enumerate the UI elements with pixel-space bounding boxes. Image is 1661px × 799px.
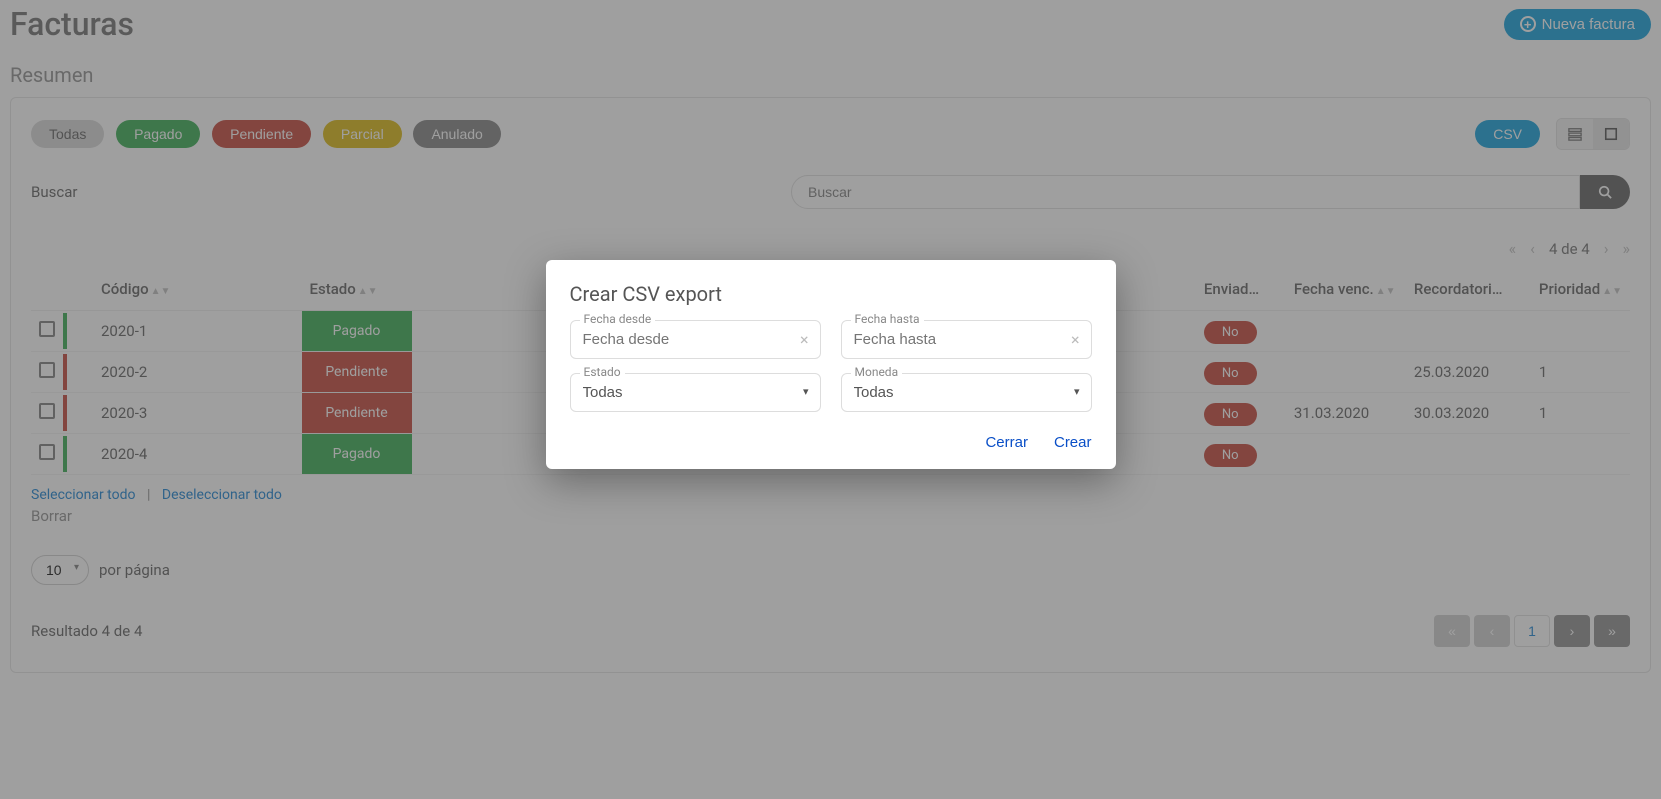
csv-export-modal: Crear CSV export Fecha desde × Fecha has… [546, 260, 1116, 469]
close-button[interactable]: Cerrar [985, 434, 1028, 451]
modal-overlay[interactable]: Crear CSV export Fecha desde × Fecha has… [0, 0, 1661, 799]
clear-to-icon[interactable]: × [1071, 330, 1080, 349]
modal-title: Crear CSV export [570, 282, 1092, 306]
to-label: Fecha hasta [851, 312, 924, 326]
from-label: Fecha desde [580, 312, 656, 326]
clear-from-icon[interactable]: × [800, 330, 809, 349]
create-button[interactable]: Crear [1054, 434, 1092, 451]
status-label: Estado [580, 365, 625, 379]
currency-label: Moneda [851, 365, 903, 379]
